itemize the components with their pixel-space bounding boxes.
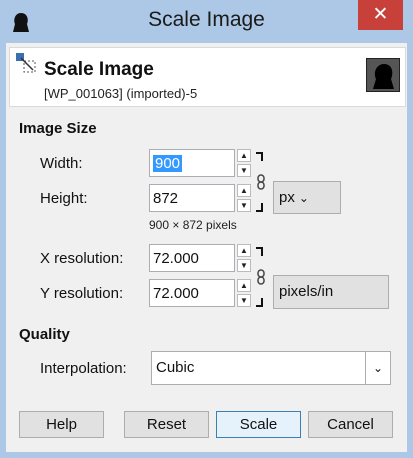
- close-button[interactable]: ✕: [358, 0, 403, 30]
- size-unit-dropdown[interactable]: px ⌄: [273, 181, 341, 214]
- size-unit-value: px: [279, 189, 295, 206]
- quality-heading: Quality: [19, 326, 70, 343]
- interpolation-value: Cubic: [156, 359, 195, 376]
- resolution-unit-dropdown[interactable]: pixels/in: [273, 275, 389, 309]
- height-spinner[interactable]: ▲ ▼: [237, 184, 251, 212]
- image-size-heading: Image Size: [19, 120, 97, 137]
- cancel-button[interactable]: Cancel: [308, 411, 393, 438]
- x-resolution-label: X resolution:: [40, 250, 124, 267]
- y-resolution-increment[interactable]: ▲: [237, 279, 251, 292]
- interpolation-dropdown[interactable]: Cubic ⌄: [151, 351, 391, 385]
- image-thumbnail: [366, 58, 400, 92]
- x-resolution-increment[interactable]: ▲: [237, 244, 251, 257]
- width-spinner[interactable]: ▲ ▼: [237, 149, 251, 177]
- dialog-title: Scale Image: [44, 59, 154, 80]
- image-name: [WP_001063] (imported)-5: [44, 86, 198, 101]
- x-resolution-decrement[interactable]: ▼: [237, 259, 251, 272]
- reset-button[interactable]: Reset: [124, 411, 209, 438]
- size-chain-icon[interactable]: [254, 151, 266, 213]
- y-resolution-field[interactable]: 72.000: [149, 279, 235, 307]
- thumbnail-silhouette-icon: [373, 64, 394, 89]
- window-frame-right: [407, 43, 413, 458]
- interpolation-label: Interpolation:: [40, 360, 127, 377]
- height-label: Height:: [40, 190, 88, 207]
- width-label: Width:: [40, 155, 83, 172]
- height-increment[interactable]: ▲: [237, 184, 251, 197]
- dialog-header: Scale Image [WP_001063] (imported)-5: [9, 47, 406, 107]
- help-button[interactable]: Help: [19, 411, 104, 438]
- window-title: Scale Image: [148, 8, 265, 31]
- width-decrement[interactable]: ▼: [237, 164, 251, 177]
- y-resolution-value: 72.000: [153, 285, 199, 302]
- y-resolution-spinner[interactable]: ▲ ▼: [237, 279, 251, 307]
- window-frame-bottom: [0, 452, 413, 458]
- scale-tool-icon: [16, 53, 36, 73]
- dialog-body: Scale Image [WP_001063] (imported)-5 Ima…: [6, 43, 407, 452]
- height-field[interactable]: 872: [149, 184, 235, 212]
- height-decrement[interactable]: ▼: [237, 199, 251, 212]
- width-field[interactable]: 900: [149, 149, 235, 177]
- x-resolution-spinner[interactable]: ▲ ▼: [237, 244, 251, 272]
- scale-button[interactable]: Scale: [216, 411, 301, 438]
- chevron-down-icon: ⌄: [298, 191, 309, 205]
- y-resolution-decrement[interactable]: ▼: [237, 294, 251, 307]
- width-increment[interactable]: ▲: [237, 149, 251, 162]
- pixel-dimensions: 900 × 872 pixels: [149, 218, 237, 232]
- title-bar: Scale Image ✕: [0, 0, 413, 43]
- y-resolution-label: Y resolution:: [40, 285, 124, 302]
- width-value: 900: [153, 155, 183, 172]
- x-resolution-value: 72.000: [153, 250, 199, 267]
- height-value: 872: [153, 190, 179, 207]
- x-resolution-field[interactable]: 72.000: [149, 244, 235, 272]
- resolution-unit-value: pixels/in: [279, 283, 334, 300]
- chevron-down-icon: ⌄: [365, 352, 390, 384]
- resolution-chain-icon[interactable]: [254, 246, 266, 308]
